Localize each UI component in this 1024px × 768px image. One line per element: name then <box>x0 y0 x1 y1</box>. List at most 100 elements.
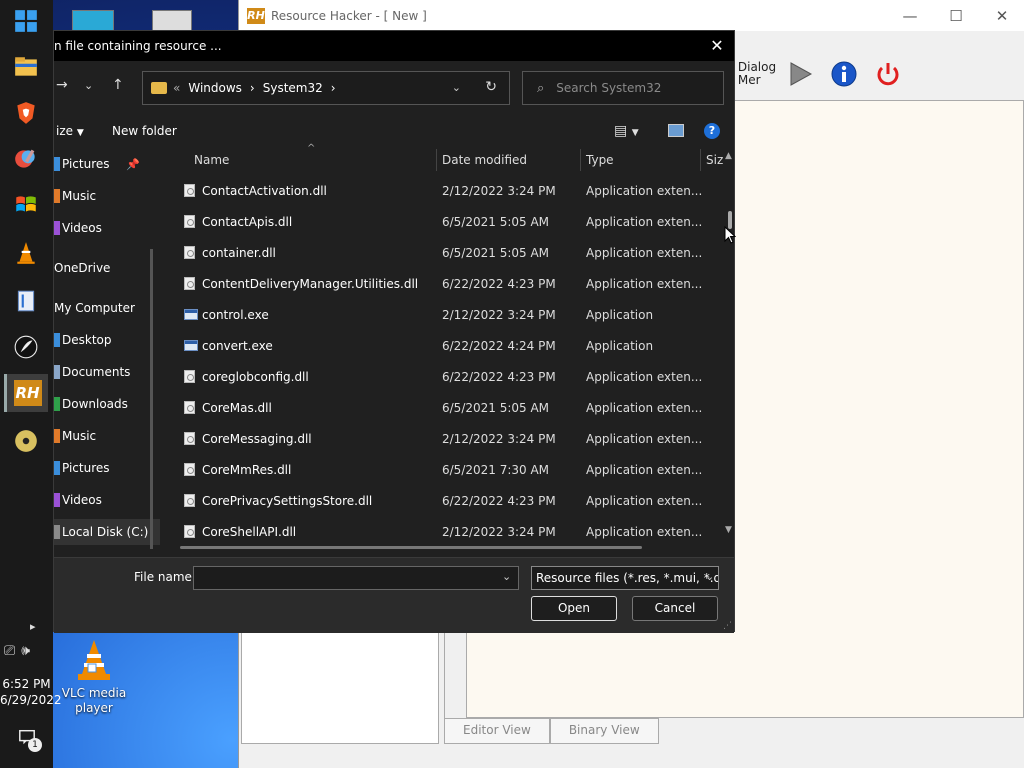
dialog-close-button[interactable]: ✕ <box>706 35 728 57</box>
tab-binary-view[interactable]: Binary View <box>549 718 659 744</box>
dialog-merge-button[interactable]: Dialog Mer <box>737 56 777 92</box>
up-button[interactable]: ↑ <box>112 77 124 93</box>
refresh-icon[interactable]: ↻ <box>485 79 497 95</box>
file-type-filter-select[interactable]: Resource files (*.res, *.mui, *.dll <box>531 566 719 590</box>
column-type[interactable]: Type <box>586 153 614 167</box>
table-row[interactable]: CoreMmRes.dll 6/5/2021 7:30 AM Application… <box>164 454 724 485</box>
disc-app-button[interactable] <box>4 422 48 460</box>
nav-item-downloads[interactable]: Downloads <box>54 391 160 417</box>
new-folder-button[interactable]: New folder <box>112 124 177 138</box>
file-date-modified: 6/22/2022 4:24 PM <box>442 338 556 353</box>
vlc-taskbar-button[interactable] <box>4 234 48 272</box>
compile-run-button[interactable] <box>783 56 817 92</box>
nav-item-videos-2[interactable]: Videos <box>54 487 160 513</box>
start-button[interactable] <box>4 2 48 40</box>
column-size[interactable]: Siz <box>706 153 723 167</box>
table-row[interactable]: CoreMas.dll 6/5/2021 5:05 AM Application e… <box>164 392 724 423</box>
filter-dropdown-chevron-icon[interactable]: ⌄ <box>705 570 714 583</box>
nav-item-music[interactable]: Music <box>54 183 160 209</box>
dialog-title-bar[interactable]: n file containing resource ... ✕ <box>54 31 734 61</box>
table-row[interactable]: container.dll 6/5/2021 5:05 AM Application… <box>164 237 724 268</box>
nav-item-music-2[interactable]: Music <box>54 423 160 449</box>
table-row[interactable]: coreglobconfig.dll 6/22/2022 4:23 PM Appli… <box>164 361 724 392</box>
desktop-thumbnail-icon[interactable] <box>72 10 114 32</box>
network-icon[interactable]: ⎚ <box>4 643 15 659</box>
clock[interactable]: 6:52 PM 6/29/2022 <box>0 676 62 708</box>
desktop-window-icon[interactable] <box>152 10 192 32</box>
volume-icon[interactable]: 🕪 <box>21 643 30 659</box>
search-box[interactable]: ⌕ Search System32 <box>522 71 724 105</box>
column-name[interactable]: Name <box>194 153 229 167</box>
resize-grip-icon[interactable]: ⋰ <box>723 621 732 631</box>
nav-item-pictures-pinned[interactable]: Pictures 📌 <box>54 151 160 177</box>
breadcrumb-system32[interactable]: System32 <box>263 81 323 95</box>
breadcrumb-chevron-icon[interactable]: › <box>250 81 255 95</box>
pin-icon[interactable]: 📌 <box>126 158 140 171</box>
forward-button[interactable]: → <box>56 77 68 93</box>
paint-brush-icon <box>15 149 35 168</box>
exit-button[interactable] <box>871 56 905 92</box>
nav-item-pictures-2[interactable]: Pictures <box>54 455 160 481</box>
brave-browser-button[interactable] <box>4 94 48 132</box>
table-row[interactable]: CorePrivacySettingsStore.dll 6/22/2022 4:… <box>164 485 724 516</box>
horizontal-scrollbar[interactable] <box>180 546 642 549</box>
organize-menu[interactable]: ize ▼ <box>56 124 84 138</box>
breadcrumb-overflow-icon[interactable]: « <box>173 81 180 95</box>
nav-item-desktop[interactable]: Desktop <box>54 327 160 353</box>
column-divider[interactable] <box>436 149 437 171</box>
file-name-dropdown-chevron-icon[interactable]: ⌄ <box>502 570 511 583</box>
resource-tree-pane[interactable] <box>241 632 439 744</box>
windows-xp-app-button[interactable] <box>4 186 48 224</box>
cancel-button[interactable]: Cancel <box>632 596 718 621</box>
file-name-input[interactable] <box>193 566 519 590</box>
about-button[interactable] <box>827 56 861 92</box>
column-date-modified[interactable]: Date modified <box>442 153 527 167</box>
table-row[interactable]: CoreShellAPI.dll 2/12/2022 3:24 PM Applica… <box>164 516 724 547</box>
tab-editor-view[interactable]: Editor View <box>444 718 550 744</box>
address-dropdown-chevron-icon[interactable]: ⌄ <box>452 81 461 94</box>
file-name: control.exe <box>202 307 269 322</box>
paint-app-button[interactable] <box>4 140 48 178</box>
nav-item-local-disk-c[interactable]: Local Disk (C:) <box>54 519 160 545</box>
close-window-button[interactable]: ✕ <box>979 0 1024 31</box>
notification-center-button[interactable]: 1 <box>18 728 42 752</box>
table-row[interactable]: CoreMessaging.dll 2/12/2022 3:24 PM Applic… <box>164 423 724 454</box>
table-row[interactable]: ContactActivation.dll 2/12/2022 3:24 PM Ap… <box>164 175 724 206</box>
maximize-button[interactable]: ☐ <box>933 0 979 31</box>
column-divider[interactable] <box>700 149 701 171</box>
table-row[interactable]: control.exe 2/12/2022 3:24 PM Application <box>164 299 724 330</box>
resource-hacker-taskbar-button[interactable]: RH <box>4 374 48 412</box>
breadcrumb-windows[interactable]: Windows <box>188 81 242 95</box>
vertical-scrollbar[interactable]: ▲ ▼ <box>724 149 736 539</box>
file-type: Application <box>586 338 654 353</box>
tray-expand-chevron-icon[interactable]: ▸ <box>30 620 36 633</box>
table-row[interactable]: ContactApis.dll 6/5/2021 5:05 AM Applicati… <box>164 206 724 237</box>
address-bar[interactable]: « Windows › System32 › ⌄ ↻ <box>142 71 510 105</box>
vlc-desktop-shortcut[interactable]: VLC media player <box>58 638 130 716</box>
navpane-scrollbar[interactable] <box>150 249 153 549</box>
system-tray: ⎚ 🕪 <box>4 643 30 659</box>
file-name: CoreMessaging.dll <box>202 431 312 446</box>
rh-title-bar[interactable]: RH Resource Hacker - [ New ] — ☐ ✕ <box>239 0 1024 31</box>
nav-item-my-computer[interactable]: My Computer <box>54 295 160 321</box>
open-button[interactable]: Open <box>531 596 617 621</box>
column-divider[interactable] <box>580 149 581 171</box>
nav-item-videos[interactable]: Videos <box>54 215 160 241</box>
table-row[interactable]: convert.exe 6/22/2022 4:24 PM Application <box>164 330 724 361</box>
scroll-up-icon[interactable]: ▲ <box>725 151 732 161</box>
breadcrumb-chevron-icon[interactable]: › <box>331 81 336 95</box>
inkscape-button[interactable] <box>4 328 48 366</box>
minimize-icon: — <box>902 6 918 25</box>
preview-pane-icon[interactable] <box>668 124 684 137</box>
help-icon[interactable]: ? <box>704 123 720 139</box>
scroll-down-icon[interactable]: ▼ <box>725 525 732 535</box>
nav-item-documents[interactable]: Documents <box>54 359 160 385</box>
table-row[interactable]: ContentDeliveryManager.Utilities.dll 6/22… <box>164 268 724 299</box>
book-app-button[interactable] <box>4 282 48 320</box>
nav-item-onedrive[interactable]: OneDrive <box>54 255 160 281</box>
arrow-right-icon: → <box>56 77 68 93</box>
file-explorer-button[interactable] <box>4 48 48 86</box>
recent-locations-button[interactable]: ⌄ <box>84 79 93 92</box>
view-options-button[interactable]: ▤ ▼ <box>614 123 639 139</box>
minimize-button[interactable]: — <box>887 0 933 31</box>
